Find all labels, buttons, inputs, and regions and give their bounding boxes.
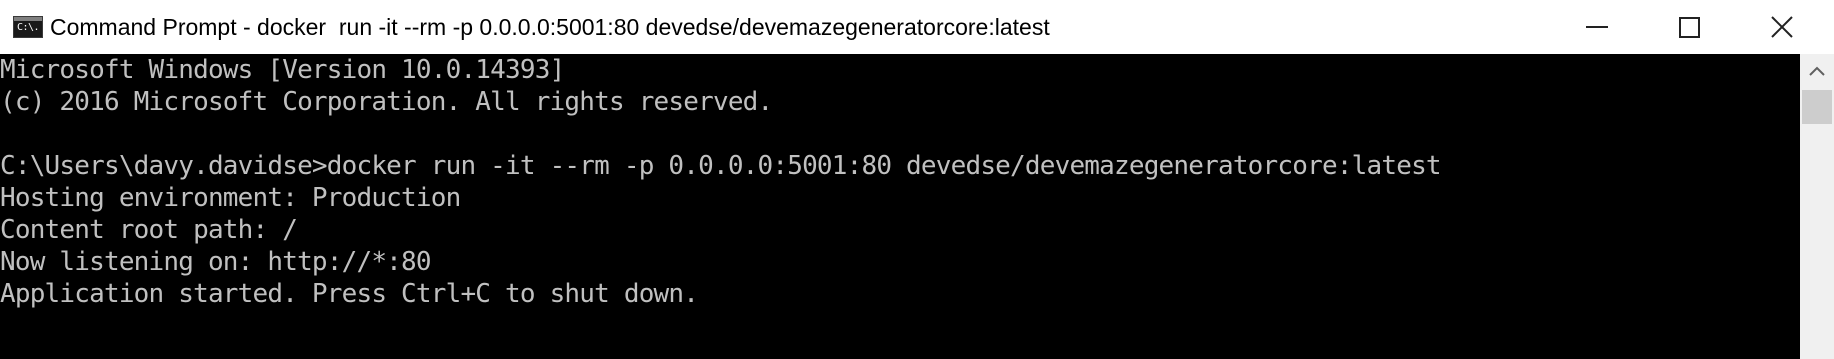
console-line: (c) 2016 Microsoft Corporation. All righ… — [0, 87, 773, 117]
chevron-up-icon — [1809, 66, 1825, 76]
scroll-up-button[interactable] — [1800, 54, 1834, 90]
console-line: C:\Users\davy.davidse>docker run -it --r… — [0, 151, 1442, 181]
console-lines: Microsoft Windows [Version 10.0.14393] (… — [0, 54, 1442, 310]
maximize-icon — [1679, 17, 1700, 38]
console-line: Content root path: / — [0, 215, 298, 245]
console-line: Application started. Press Ctrl+C to shu… — [0, 279, 699, 309]
scroll-thumb[interactable] — [1802, 90, 1832, 124]
app-icon-glyph: C:\. — [17, 22, 40, 33]
console-output[interactable]: Microsoft Windows [Version 10.0.14393] (… — [0, 54, 1800, 359]
console-line: Microsoft Windows [Version 10.0.14393] — [0, 55, 565, 85]
close-button[interactable] — [1736, 0, 1828, 54]
console-app-icon[interactable]: C:\. — [13, 16, 43, 38]
close-icon — [1771, 16, 1793, 38]
console-line: Hosting environment: Production — [0, 183, 461, 213]
minimize-button[interactable] — [1552, 0, 1644, 54]
minimize-icon — [1586, 26, 1608, 28]
command-prompt-window: C:\. Command Prompt - docker run -it --r… — [0, 0, 1834, 359]
maximize-button[interactable] — [1644, 0, 1736, 54]
vertical-scrollbar[interactable] — [1800, 54, 1834, 359]
window-title: Command Prompt - docker run -it --rm -p … — [50, 14, 1050, 40]
console-line: Now listening on: http://*:80 — [0, 247, 432, 277]
title-bar[interactable]: C:\. Command Prompt - docker run -it --r… — [0, 0, 1834, 54]
